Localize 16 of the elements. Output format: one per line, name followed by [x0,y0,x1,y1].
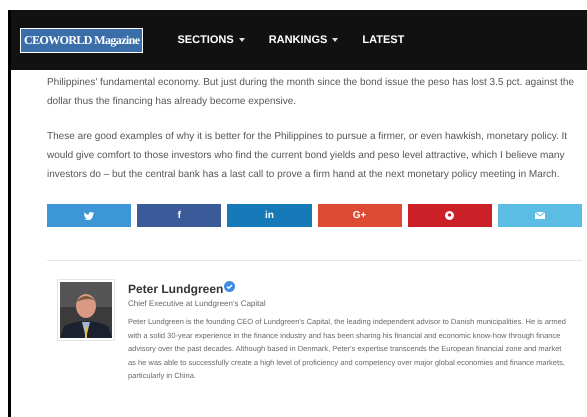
share-button[interactable]: in [227,204,312,227]
share-button[interactable] [47,204,132,227]
pin-icon [445,211,454,220]
site-logo[interactable]: CEOWORLD Magazine [20,28,144,52]
author-name[interactable]: Peter Lundgreen [128,281,224,297]
share-button[interactable]: f [137,204,222,227]
share-button[interactable] [408,204,492,227]
article-paragraph: These are good examples of why it is better for the Philippines to pursue a firmer, or even hawkish, monetary policy. It would give comfort to those investors who find the current bond yields and peso level attractive, which I believe many investors do – but the central bank has a last call to prove a firm hand at the next monetary policy meeting in March. [47,130,568,182]
nav-link[interactable]: SECTIONS [177,32,245,48]
bird-icon [84,212,94,220]
author-title: Chief Executive at Lundgreen's Capital [128,298,267,310]
share-button[interactable]: G+ [318,204,402,227]
nav-link[interactable]: LATEST [362,32,404,48]
nav-link[interactable]: RANKINGS [268,32,338,48]
envelope-icon [534,212,545,219]
article-paragraph: Philippines' fundamental economy. But just during the month since the bond issue the peso has lost 3.5 pct. against the dollar thus the financing has already become expensive. [47,76,576,109]
